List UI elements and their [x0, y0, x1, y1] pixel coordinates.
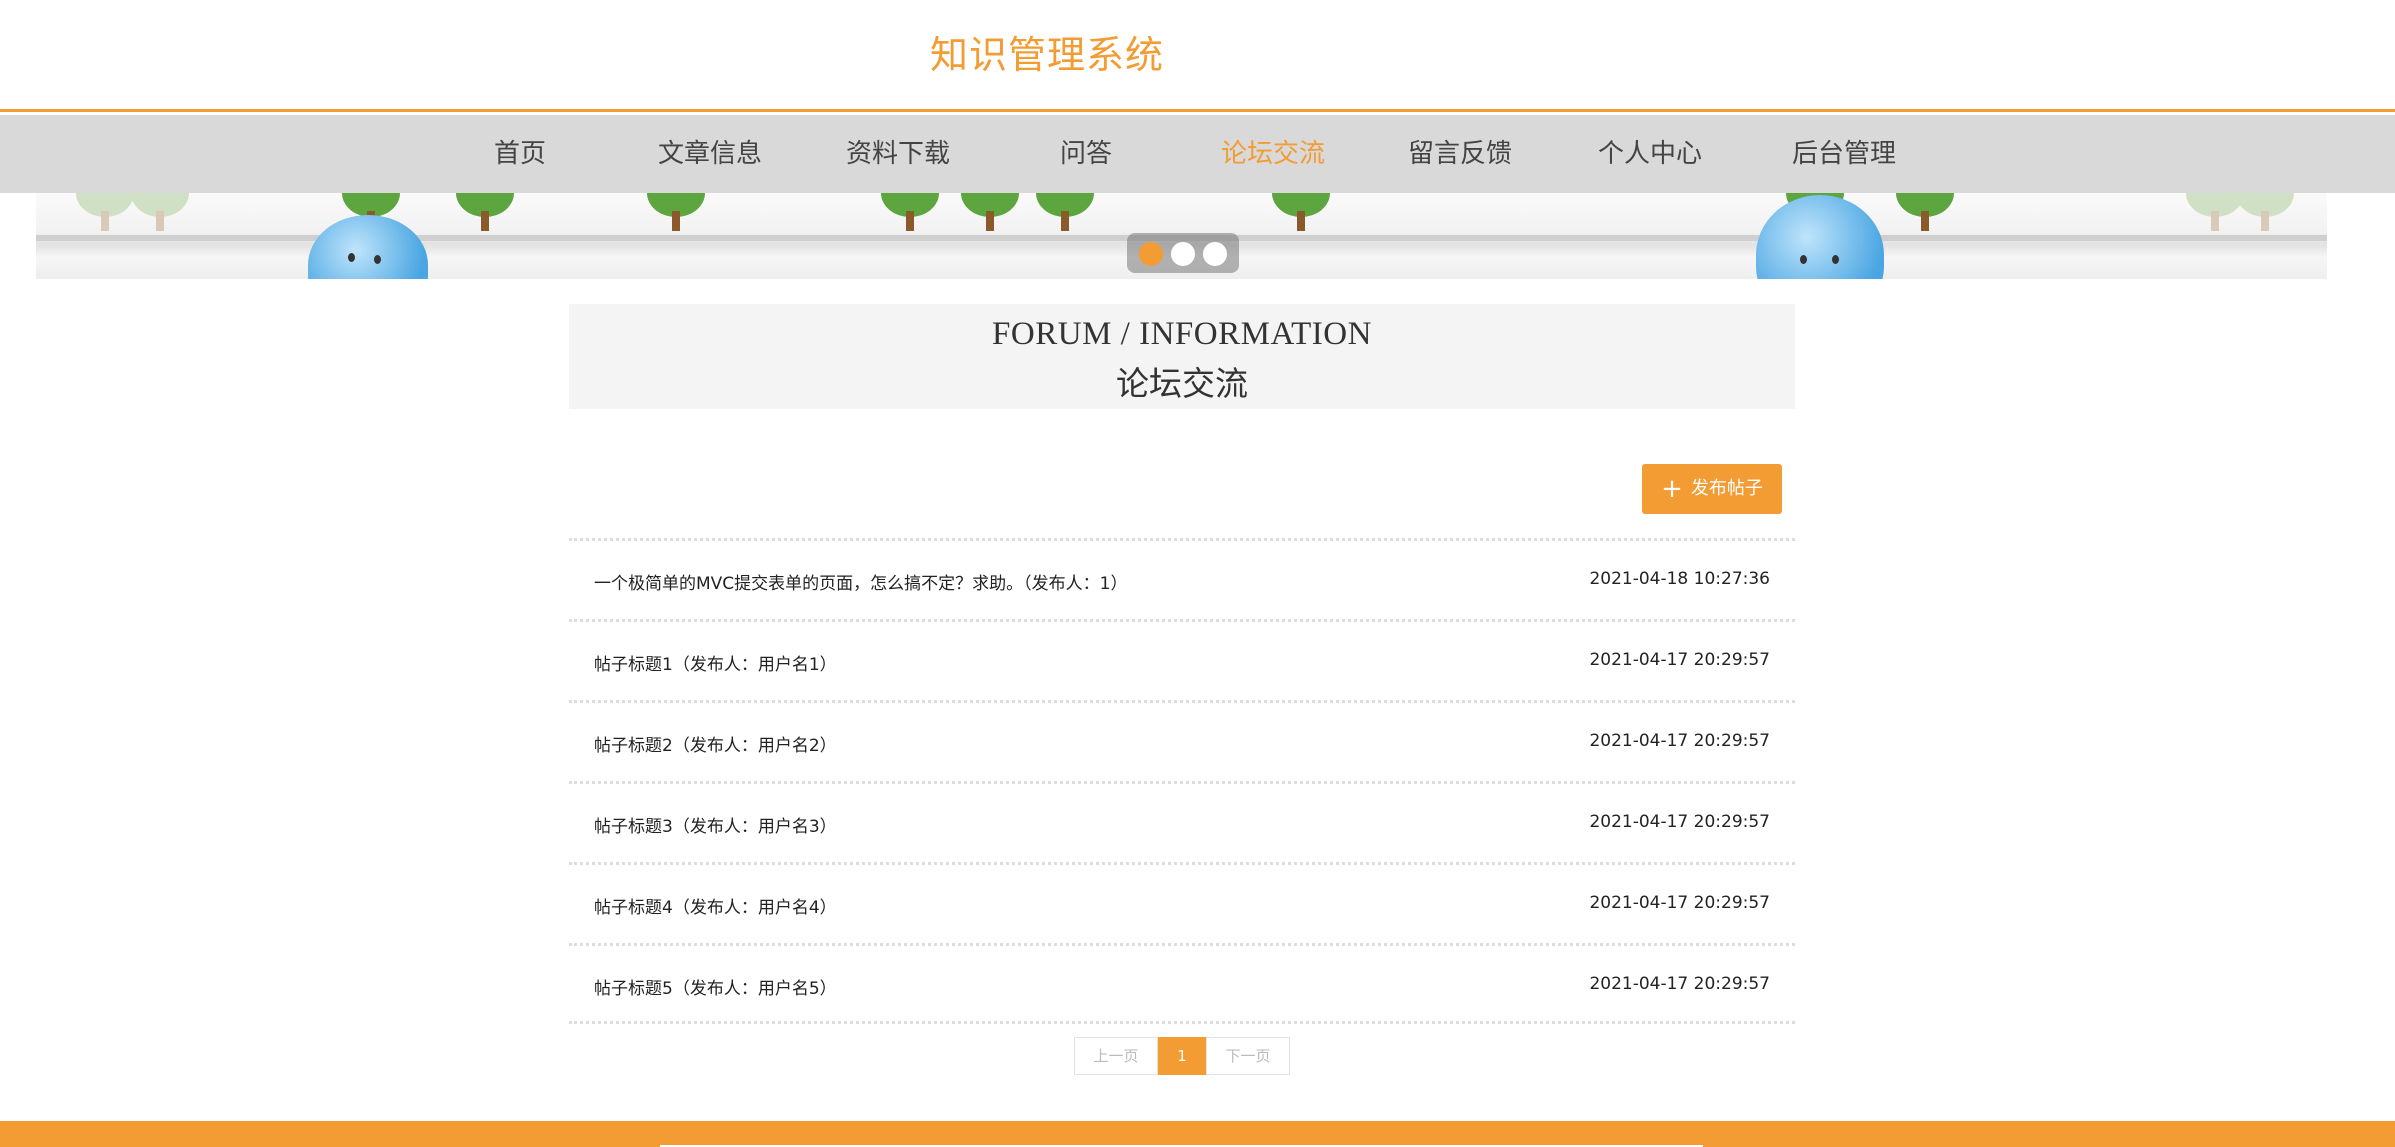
- site-header: 知识管理系统: [0, 0, 2395, 112]
- publish-post-label: 发布帖子: [1690, 478, 1763, 499]
- nav-item-home[interactable]: 首页: [470, 115, 570, 193]
- post-row[interactable]: 一个极简单的MVC提交表单的页面，怎么搞不定？求助。（发布人：1） 2021-0…: [569, 538, 1795, 619]
- post-time: 2021-04-17 20:29:57: [1589, 650, 1770, 670]
- carousel-indicators: [1127, 233, 1239, 273]
- banner-carousel[interactable]: [36, 193, 2327, 279]
- next-page-button[interactable]: 下一页: [1206, 1037, 1290, 1075]
- pagination: 上一页 1 下一页: [1074, 1037, 1290, 1075]
- post-title[interactable]: 帖子标题1（发布人：用户名1）: [594, 650, 837, 675]
- carousel-dot-2[interactable]: [1171, 242, 1195, 266]
- section-title-en: FORUM / INFORMATION: [992, 316, 1372, 352]
- nav-item-admin[interactable]: 后台管理: [1784, 115, 1904, 193]
- nav-item-feedback[interactable]: 留言反馈: [1400, 115, 1520, 193]
- post-list: 一个极简单的MVC提交表单的页面，怎么搞不定？求助。（发布人：1） 2021-0…: [569, 538, 1795, 1024]
- section-heading: FORUM / INFORMATION 论坛交流: [569, 304, 1795, 409]
- site-footer: [0, 1121, 2395, 1147]
- post-row[interactable]: 帖子标题4（发布人：用户名4） 2021-04-17 20:29:57: [569, 862, 1795, 943]
- post-title[interactable]: 一个极简单的MVC提交表单的页面，怎么搞不定？求助。（发布人：1）: [594, 569, 1127, 594]
- post-time: 2021-04-17 20:29:57: [1589, 812, 1770, 832]
- post-title[interactable]: 帖子标题4（发布人：用户名4）: [594, 893, 837, 918]
- post-title[interactable]: 帖子标题2（发布人：用户名2）: [594, 731, 837, 756]
- post-row[interactable]: 帖子标题1（发布人：用户名1） 2021-04-17 20:29:57: [569, 619, 1795, 700]
- post-title[interactable]: 帖子标题5（发布人：用户名5）: [594, 974, 837, 999]
- mascot-left-icon: [308, 215, 428, 279]
- page-number-button[interactable]: 1: [1158, 1037, 1206, 1075]
- main-nav: 首页 文章信息 资料下载 问答 论坛交流 留言反馈 个人中心 后台管理: [0, 115, 2395, 193]
- carousel-dot-1[interactable]: [1139, 242, 1163, 266]
- post-time: 2021-04-17 20:29:57: [1589, 893, 1770, 913]
- section-title-cn: 论坛交流: [1116, 367, 1248, 403]
- nav-item-downloads[interactable]: 资料下载: [838, 115, 958, 193]
- post-row[interactable]: 帖子标题5（发布人：用户名5） 2021-04-17 20:29:57: [569, 943, 1795, 1024]
- nav-item-articles[interactable]: 文章信息: [650, 115, 770, 193]
- post-time: 2021-04-17 20:29:57: [1589, 731, 1770, 751]
- post-time: 2021-04-17 20:29:57: [1589, 974, 1770, 994]
- carousel-dot-3[interactable]: [1203, 242, 1227, 266]
- post-title[interactable]: 帖子标题3（发布人：用户名3）: [594, 812, 837, 837]
- site-title[interactable]: 知识管理系统: [930, 24, 1164, 79]
- prev-page-button[interactable]: 上一页: [1074, 1037, 1158, 1075]
- post-row[interactable]: 帖子标题3（发布人：用户名3） 2021-04-17 20:29:57: [569, 781, 1795, 862]
- nav-item-forum[interactable]: 论坛交流: [1213, 115, 1333, 193]
- nav-item-qa[interactable]: 问答: [1036, 115, 1136, 193]
- publish-post-button[interactable]: + 发布帖子: [1642, 464, 1782, 514]
- mascot-right-icon: [1756, 195, 1884, 279]
- post-row[interactable]: 帖子标题2（发布人：用户名2） 2021-04-17 20:29:57: [569, 700, 1795, 781]
- plus-icon: +: [1661, 474, 1683, 504]
- post-time: 2021-04-18 10:27:36: [1589, 569, 1770, 589]
- nav-item-profile[interactable]: 个人中心: [1590, 115, 1710, 193]
